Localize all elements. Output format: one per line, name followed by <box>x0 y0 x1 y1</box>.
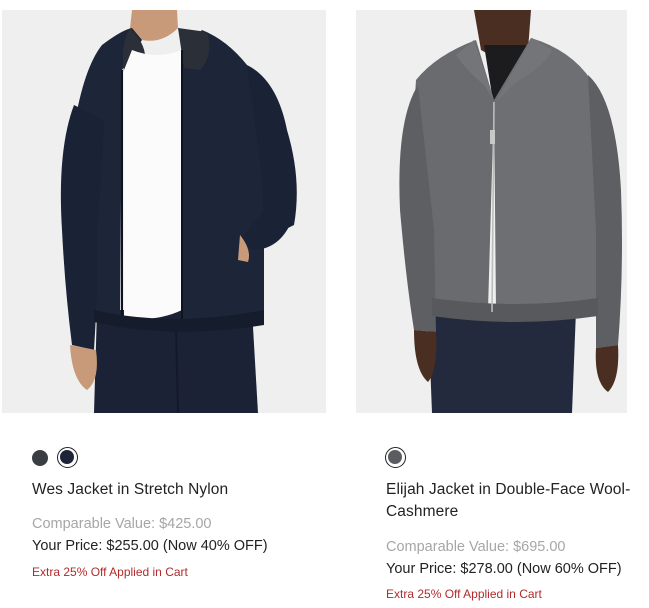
product-name[interactable]: Wes Jacket in Stretch Nylon <box>32 479 322 501</box>
promo-text: Extra 25% Off Applied in Cart <box>32 565 188 579</box>
color-swatches <box>31 447 78 468</box>
swatch-color <box>32 449 48 466</box>
color-swatch-navy[interactable] <box>57 447 78 468</box>
comparable-value: Comparable Value: $695.00 <box>386 539 566 555</box>
product-image[interactable] <box>2 10 326 413</box>
your-price: Your Price: $278.00 (Now 60% OFF) <box>386 561 622 577</box>
jacket-photo-wes <box>2 10 326 413</box>
jacket-photo-elijah <box>356 10 627 413</box>
color-swatch-charcoal[interactable] <box>31 449 49 467</box>
promo-text: Extra 25% Off Applied in Cart <box>386 587 542 601</box>
swatch-color <box>388 450 402 464</box>
color-swatches <box>385 447 406 468</box>
swatch-color <box>60 450 74 464</box>
comparable-value: Comparable Value: $425.00 <box>32 516 212 532</box>
product-name[interactable]: Elijah Jacket in Double-Face Wool-Cashme… <box>386 479 649 523</box>
product-image[interactable] <box>356 10 627 413</box>
color-swatch-grey[interactable] <box>385 447 406 468</box>
your-price: Your Price: $255.00 (Now 40% OFF) <box>32 538 268 554</box>
